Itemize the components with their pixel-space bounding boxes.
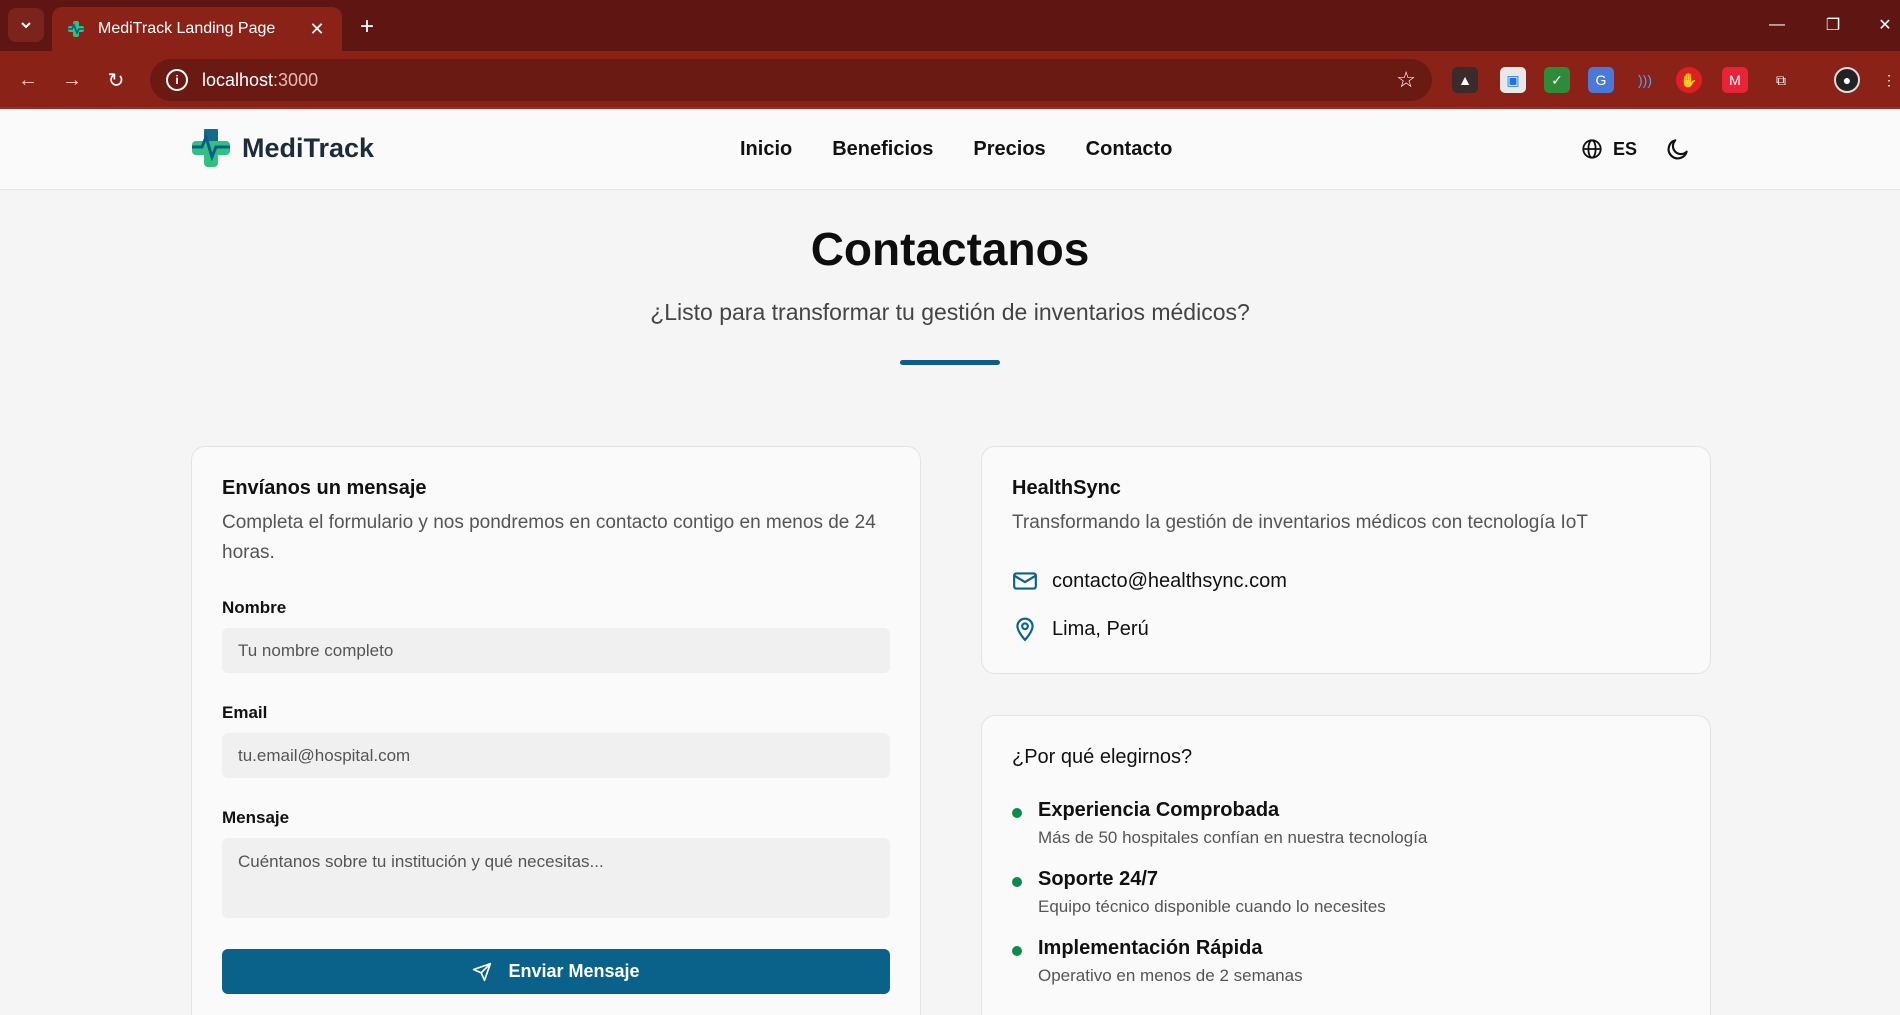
bullet-dot-icon <box>1012 808 1022 818</box>
name-input[interactable]: Tu nombre completo <box>222 628 890 673</box>
why-title: ¿Por qué elegirnos? <box>1012 746 1193 768</box>
bullet-dot-icon <box>1012 877 1022 887</box>
extensions-puzzle-icon[interactable]: ⧉ <box>1768 67 1794 93</box>
message-textarea[interactable]: Cuéntanos sobre tu institución y qué nec… <box>222 838 890 918</box>
contact-email-row[interactable]: contacto@healthsync.com <box>1012 568 1680 594</box>
minimize-button[interactable]: — <box>1762 10 1792 40</box>
contact-location: Lima, Perú <box>1052 617 1149 640</box>
restore-button[interactable]: ❐ <box>1818 10 1848 40</box>
benefit-title: Soporte 24/7 <box>1038 868 1159 890</box>
company-tagline: Transformando la gestión de inventarios … <box>1012 512 1588 533</box>
new-tab-button[interactable]: + <box>352 12 382 42</box>
page-title: Contactanos <box>810 223 1090 275</box>
benefit-title: Implementación Rápida <box>1038 937 1263 959</box>
nav-link-precios[interactable]: Precios <box>973 138 1045 161</box>
nav-link-inicio[interactable]: Inicio <box>740 138 792 161</box>
map-pin-icon <box>1016 617 1034 642</box>
browser-chrome: MediTrack Landing Page ✕ + — ❐ ✕ ← → ↻ i… <box>0 0 1900 109</box>
form-description: Completa el formulario y nos pondremos e… <box>222 512 876 563</box>
close-window-button[interactable]: ✕ <box>1870 10 1900 40</box>
nav-link-contacto[interactable]: Contacto <box>1086 138 1173 161</box>
contact-location-row: Lima, Perú <box>1012 616 1680 642</box>
browser-toolbar: ← → ↻ i localhost:3000 ☆ ▲ ▣ ✓ G ))) ✋ M… <box>0 51 1900 109</box>
url-host: localhost <box>202 69 274 90</box>
meditrack-logo-icon <box>192 129 230 167</box>
email-label: Email <box>222 703 268 722</box>
send-message-label: Enviar Mensaje <box>508 961 640 981</box>
extension-window-icon[interactable]: ▣ <box>1500 67 1526 93</box>
benefit-title: Experiencia Comprobada <box>1038 799 1280 821</box>
tab-bar: MediTrack Landing Page ✕ + — ❐ ✕ <box>0 0 1900 51</box>
nav-link-beneficios[interactable]: Beneficios <box>832 138 933 161</box>
benefit-description: Más de 50 hospitales confían en nuestra … <box>1038 828 1428 847</box>
tab-close-icon[interactable]: ✕ <box>306 18 328 40</box>
mail-icon <box>1013 572 1037 590</box>
title-underline-divider <box>900 360 1000 365</box>
main-nav: Inicio Beneficios Precios Contacto <box>740 138 1172 161</box>
extension-translate-icon[interactable]: G <box>1588 67 1614 93</box>
contact-form-card: Envíanos un mensaje Completa el formular… <box>191 446 921 1015</box>
benefit-description: Operativo en menos de 2 semanas <box>1038 966 1303 985</box>
meditrack-favicon-icon <box>68 21 84 37</box>
brand-name: MediTrack <box>242 132 375 163</box>
send-message-button[interactable]: Enviar Mensaje <box>222 949 890 994</box>
url-port: :3000 <box>273 69 319 90</box>
address-bar[interactable]: i localhost:3000 ☆ <box>150 59 1432 101</box>
reload-button[interactable]: ↻ <box>100 64 132 96</box>
bullet-dot-icon <box>1012 946 1022 956</box>
extension-m-icon[interactable]: M <box>1722 67 1748 93</box>
contact-email: contacto@healthsync.com <box>1052 569 1287 592</box>
tab-search-button[interactable] <box>8 8 44 42</box>
company-info-card: HealthSync Transformando la gestión de i… <box>981 446 1711 674</box>
language-code: ES <box>1613 138 1638 159</box>
brand-logo[interactable]: MediTrack <box>190 127 374 169</box>
name-label: Nombre <box>222 598 287 617</box>
extension-hat-icon[interactable]: ▲ <box>1452 67 1478 93</box>
benefit-item: Implementación Rápida Operativo en menos… <box>1012 937 1680 986</box>
bookmark-star-icon[interactable]: ☆ <box>1396 67 1416 93</box>
company-name: HealthSync <box>1012 477 1121 499</box>
benefit-description: Equipo técnico disponible cuando lo nece… <box>1038 897 1386 916</box>
moon-icon[interactable] <box>1665 136 1691 162</box>
why-choose-us-card: ¿Por qué elegirnos? Experiencia Comproba… <box>981 715 1711 1015</box>
back-button[interactable]: ← <box>12 64 44 96</box>
extension-stop-icon[interactable]: ✋ <box>1676 67 1702 93</box>
extension-wave-icon[interactable]: ))) <box>1632 67 1658 93</box>
form-title: Envíanos un mensaje <box>222 477 427 499</box>
globe-icon <box>1582 139 1602 159</box>
site-header: MediTrack Inicio Beneficios Precios Cont… <box>0 109 1900 190</box>
browser-menu-icon[interactable]: ⋮ <box>1876 67 1900 93</box>
language-switcher[interactable]: ES <box>1581 138 1637 160</box>
send-icon <box>473 962 492 981</box>
benefit-item: Soporte 24/7 Equipo técnico disponible c… <box>1012 868 1680 917</box>
benefit-item: Experiencia Comprobada Más de 50 hospita… <box>1012 799 1680 848</box>
site-info-icon[interactable]: i <box>166 69 188 91</box>
browser-tab[interactable]: MediTrack Landing Page ✕ <box>52 7 342 51</box>
profile-avatar[interactable]: ● <box>1834 67 1860 93</box>
message-label: Mensaje <box>222 808 290 827</box>
email-input[interactable]: tu.email@hospital.com <box>222 733 890 778</box>
extension-shield-icon[interactable]: ✓ <box>1544 67 1570 93</box>
tab-title: MediTrack Landing Page <box>98 20 276 37</box>
forward-button[interactable]: → <box>56 64 88 96</box>
page-subtitle: ¿Listo para transformar tu gestión de in… <box>650 299 1250 325</box>
chevron-down-icon <box>21 22 31 29</box>
